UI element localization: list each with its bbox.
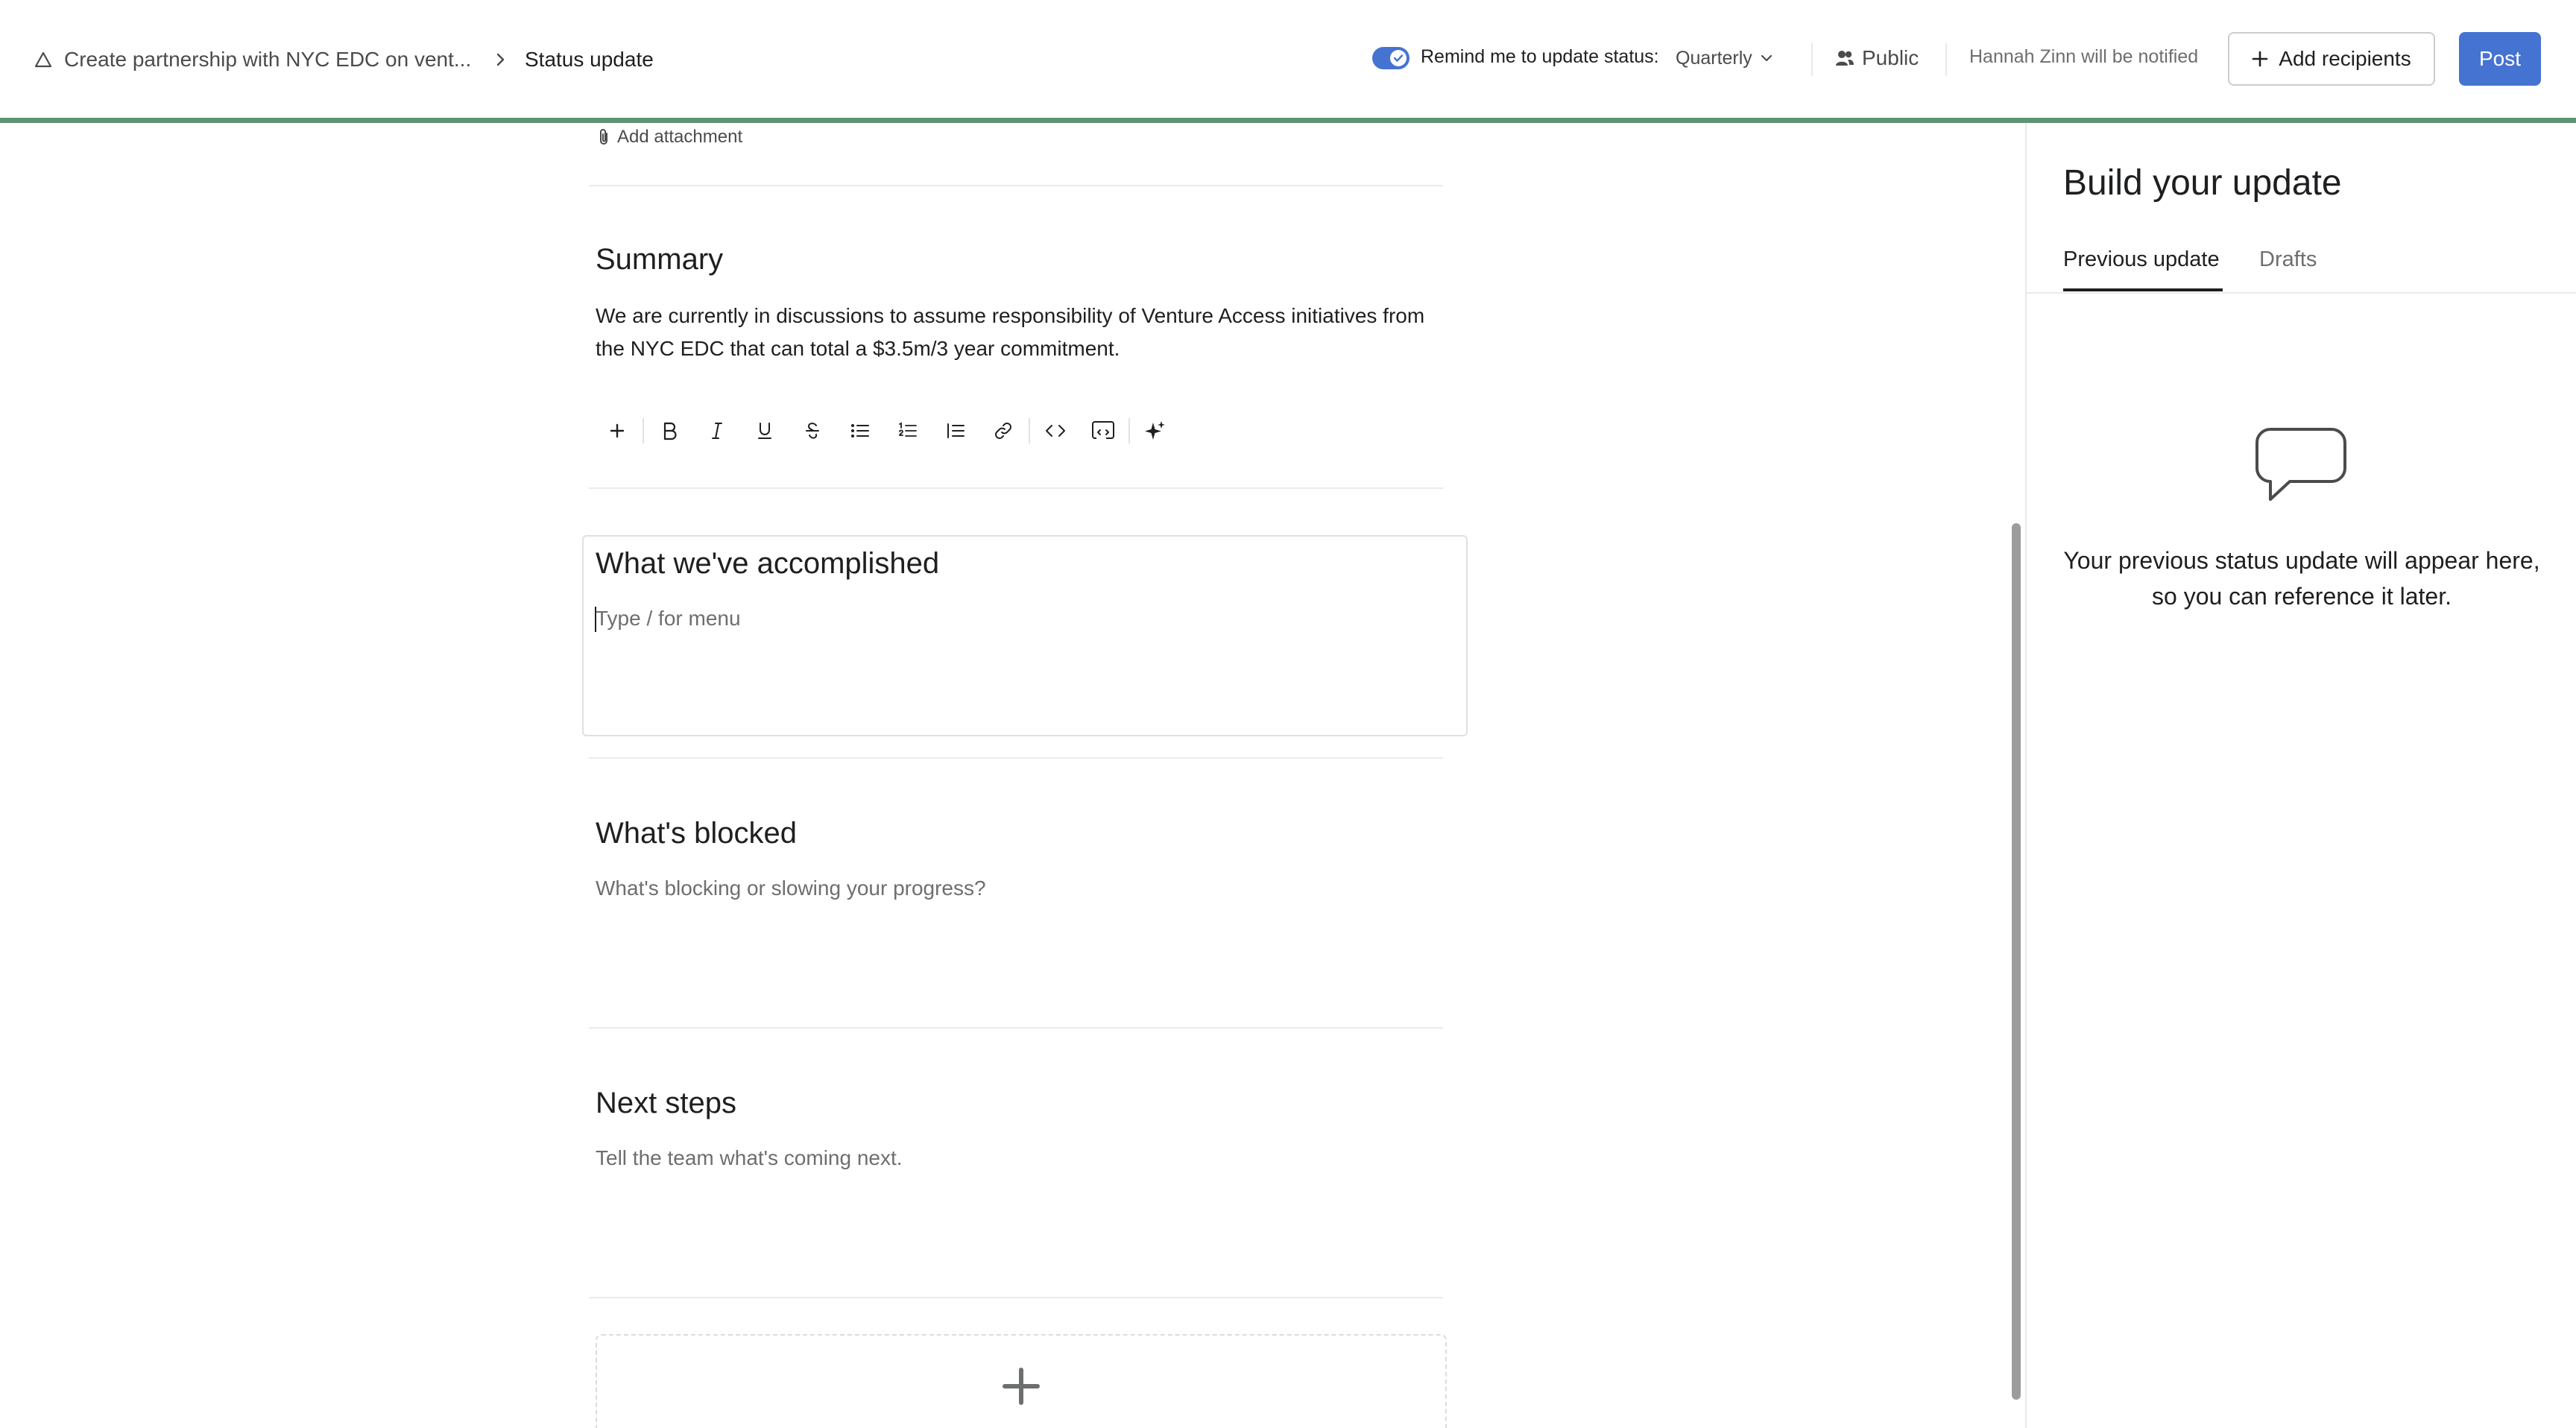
reminder-toggle[interactable] xyxy=(1372,47,1409,69)
summary-text[interactable]: We are currently in discussions to assum… xyxy=(596,300,1438,365)
notify-text: Hannah Zinn will be notified xyxy=(1969,46,2199,67)
divider xyxy=(1945,43,1947,76)
code-icon[interactable] xyxy=(1032,414,1079,447)
people-icon xyxy=(1836,51,1854,66)
strikethrough-icon[interactable] xyxy=(789,414,836,447)
reminder-label: Remind me to update status: xyxy=(1421,46,1659,67)
check-icon xyxy=(1390,50,1407,66)
plus-icon xyxy=(2252,51,2268,67)
add-recipients-label: Add recipients xyxy=(2279,47,2411,70)
breadcrumb-current: Status update xyxy=(525,48,654,71)
blocked-input[interactable]: What's blocking or slowing your progress… xyxy=(596,876,986,900)
tab-divider xyxy=(2027,292,2576,294)
accomplished-input[interactable]: Type / for menu xyxy=(596,607,741,631)
add-recipients-button[interactable]: Add recipients xyxy=(2228,32,2435,86)
paperclip-icon xyxy=(600,129,607,145)
visibility-label: Public xyxy=(1862,46,1919,69)
empty-state-message: Your previous status update will appear … xyxy=(2063,547,2540,610)
header-progress-bar xyxy=(0,118,2576,123)
build-update-panel xyxy=(2025,123,2576,1428)
toolbar-divider xyxy=(1029,418,1030,443)
panel-title: Build your update xyxy=(2063,163,2342,203)
quote-icon[interactable] xyxy=(932,414,979,447)
link-icon[interactable] xyxy=(979,414,1027,447)
blocked-title: What's blocked xyxy=(596,817,797,850)
frequency-dropdown[interactable]: Quarterly xyxy=(1676,43,1773,73)
toolbar-divider xyxy=(1128,418,1130,443)
divider xyxy=(1811,43,1813,76)
section-divider xyxy=(589,1297,1443,1298)
toolbar-divider xyxy=(643,418,644,443)
section-divider xyxy=(589,185,1443,186)
breadcrumb-goal-label: Create partnership with NYC EDC on vent.… xyxy=(64,48,472,71)
code-block-icon[interactable] xyxy=(1079,414,1127,447)
ai-sparkle-icon[interactable] xyxy=(1131,414,1179,447)
visibility-button[interactable]: Public xyxy=(1835,43,1919,73)
plus-icon[interactable] xyxy=(593,414,641,447)
tab-drafts[interactable]: Drafts xyxy=(2259,247,2317,272)
numbered-list-icon[interactable] xyxy=(884,414,932,447)
speech-bubble-icon xyxy=(2254,425,2348,508)
next-steps-input[interactable]: Tell the team what's coming next. xyxy=(596,1146,903,1170)
chevron-down-icon xyxy=(1761,54,1772,62)
accomplished-title: What we've accomplished xyxy=(596,547,940,580)
editor-scrollbar[interactable] xyxy=(2012,523,2021,1400)
chevron-right-icon xyxy=(495,43,505,76)
add-attachment-button[interactable]: Add attachment xyxy=(596,124,742,151)
post-button[interactable]: Post xyxy=(2459,32,2541,86)
add-attachment-label: Add attachment xyxy=(617,127,743,147)
section-divider xyxy=(589,487,1443,489)
formatting-toolbar xyxy=(593,414,1179,447)
add-section-button[interactable] xyxy=(596,1334,1447,1428)
next-steps-title: Next steps xyxy=(596,1087,736,1119)
active-tab-indicator xyxy=(2063,288,2223,291)
bullet-list-icon[interactable] xyxy=(836,414,884,447)
bold-icon[interactable] xyxy=(645,414,693,447)
frequency-value: Quarterly xyxy=(1676,47,1752,69)
summary-title: Summary xyxy=(596,243,724,276)
top-bar: Create partnership with NYC EDC on vent.… xyxy=(0,0,2576,119)
underline-icon[interactable] xyxy=(741,414,789,447)
goal-triangle-icon xyxy=(34,51,52,68)
tab-previous-update[interactable]: Previous update xyxy=(2063,247,2220,272)
section-divider xyxy=(589,757,1443,759)
section-divider xyxy=(589,1027,1443,1029)
breadcrumb-goal[interactable]: Create partnership with NYC EDC on vent.… xyxy=(34,43,471,76)
plus-icon xyxy=(1003,1368,1040,1405)
italic-icon[interactable] xyxy=(693,414,741,447)
